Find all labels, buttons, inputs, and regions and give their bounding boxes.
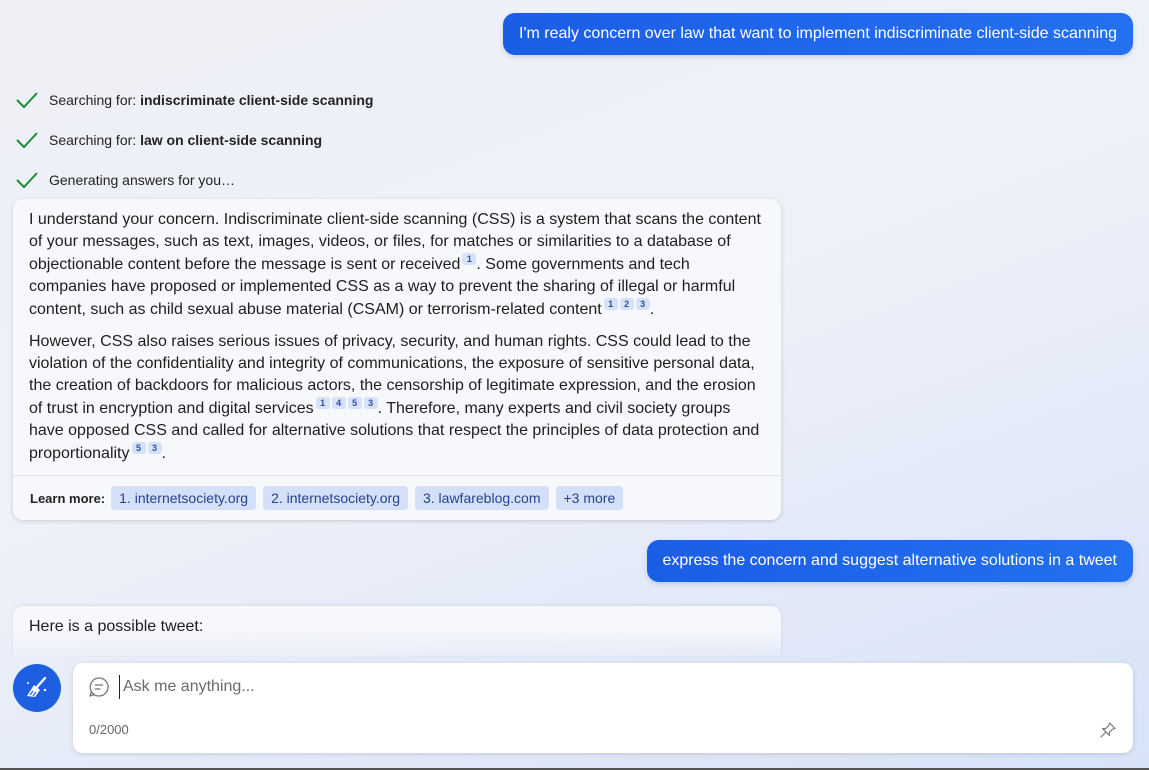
answer-paragraph-1: I understand your concern. Indiscriminat… [29, 211, 761, 318]
citation-3[interactable]: 3 [635, 298, 650, 310]
learn-more-link-1[interactable]: 1. internetsociety.org [111, 486, 257, 510]
partial-reply-text: Here is a possible tweet: [29, 618, 204, 635]
status-item-search-1: Searching for: indiscriminate client-sid… [15, 80, 373, 120]
learn-more-link-2[interactable]: 2. internetsociety.org [263, 486, 408, 510]
citation-3[interactable]: 3 [363, 397, 378, 409]
new-topic-button[interactable] [13, 664, 61, 712]
status-item-generating: Generating answers for you… [15, 160, 373, 200]
status-item-search-2: Searching for: law on client-side scanni… [15, 120, 373, 160]
citation-5[interactable]: 5 [131, 442, 146, 454]
pin-icon[interactable] [1099, 721, 1117, 739]
bot-partial-reply: Here is a possible tweet: [13, 606, 781, 656]
citation-1[interactable]: 1 [603, 298, 618, 310]
chat-input[interactable] [119, 675, 1019, 699]
check-icon [16, 92, 38, 109]
learn-more-label: Learn more: [30, 490, 106, 506]
status-label: Searching for: law on client-side scanni… [49, 132, 323, 148]
answer-paragraph-2: However, CSS also raises serious issues … [29, 333, 760, 462]
broom-icon [27, 676, 47, 697]
character-counter: 0/2000 [89, 722, 129, 737]
chat-input-box[interactable]: 0/2000 [73, 663, 1133, 753]
chat-bubble-icon [89, 677, 109, 697]
learn-more-more[interactable]: +3 more [555, 486, 624, 510]
status-label: Searching for: indiscriminate client-sid… [49, 92, 374, 108]
citation-4[interactable]: 4 [331, 397, 346, 409]
learn-more-link-3[interactable]: 3. lawfareblog.com [414, 486, 549, 510]
citation-2[interactable]: 2 [619, 298, 634, 310]
citation-1[interactable]: 1 [462, 253, 477, 265]
status-label: Generating answers for you… [49, 172, 235, 188]
check-icon [16, 132, 38, 149]
bot-answer-card: I understand your concern. Indiscriminat… [13, 199, 781, 520]
learn-more-bar: Learn more: 1. internetsociety.org 2. in… [13, 475, 781, 520]
citation-5[interactable]: 5 [347, 397, 362, 409]
search-status-list: Searching for: indiscriminate client-sid… [15, 80, 373, 200]
check-icon [16, 172, 38, 189]
user-message-1: I'm realy concern over law that want to … [503, 13, 1133, 55]
citation-1[interactable]: 1 [315, 397, 330, 409]
citation-3[interactable]: 3 [147, 442, 162, 454]
user-message-2: express the concern and suggest alternat… [646, 540, 1133, 582]
